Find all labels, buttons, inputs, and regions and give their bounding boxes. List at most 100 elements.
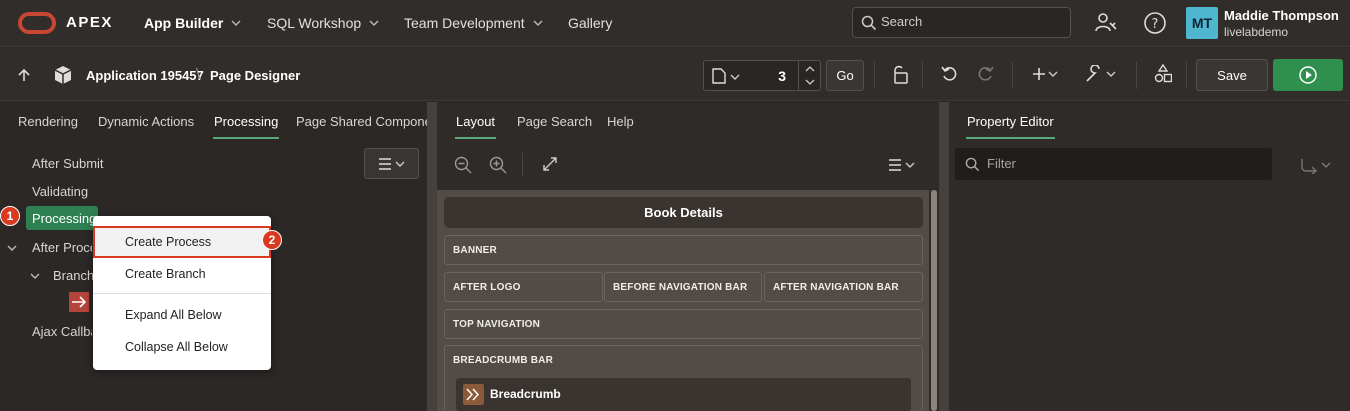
- tree-menu-button[interactable]: [364, 148, 419, 179]
- svg-text:?: ?: [1152, 17, 1159, 32]
- branch-icon[interactable]: [69, 292, 89, 312]
- tab-page-search[interactable]: Page Search: [517, 114, 592, 129]
- menu-item-create-branch[interactable]: Create Branch: [93, 267, 271, 281]
- play-icon: [1299, 66, 1317, 84]
- breadcrumb-region[interactable]: Breadcrumb: [456, 378, 911, 411]
- wrench-utilities-icon[interactable]: [1085, 65, 1117, 83]
- save-button[interactable]: Save: [1196, 59, 1268, 91]
- chevron-down-icon: [231, 20, 241, 26]
- chevron-down-icon: [369, 20, 379, 26]
- nav-gallery-label: Gallery: [568, 15, 613, 31]
- page-title-bar[interactable]: Book Details: [444, 197, 923, 228]
- right-pane-tabs: Property Editor: [949, 102, 1350, 140]
- workspace-name: livelabdemo: [1224, 25, 1289, 39]
- left-pane-tabs: Rendering Dynamic Actions Processing Pag…: [0, 102, 427, 140]
- tree-node-after-processing[interactable]: After Processing: [32, 240, 92, 255]
- zoom-out-icon[interactable]: [454, 156, 472, 174]
- filter-box[interactable]: [955, 148, 1272, 180]
- create-plus-icon[interactable]: [1032, 67, 1058, 81]
- layout-menu-icon[interactable]: [888, 159, 916, 171]
- redo-icon[interactable]: [976, 65, 994, 83]
- tab-help[interactable]: Help: [607, 114, 634, 129]
- region-before-navigation-bar[interactable]: BEFORE NAVIGATION BAR: [604, 272, 762, 302]
- page-icon: [712, 68, 726, 84]
- expand-icon[interactable]: [542, 156, 558, 172]
- region-after-navigation-bar[interactable]: AFTER NAVIGATION BAR: [764, 272, 923, 302]
- chevron-down-icon[interactable]: [30, 271, 40, 281]
- help-icon[interactable]: ?: [1143, 11, 1167, 35]
- layout-scrollbar[interactable]: [931, 190, 937, 411]
- layout-pane: Layout Page Search Help Book Details BAN…: [437, 102, 939, 411]
- zoom-in-icon[interactable]: [489, 156, 507, 174]
- menu-item-expand-all-below[interactable]: Expand All Below: [93, 308, 271, 322]
- undo-icon[interactable]: [941, 65, 959, 83]
- chevron-down-icon[interactable]: [7, 243, 17, 253]
- search-input[interactable]: [881, 14, 1061, 29]
- run-page-button[interactable]: [1273, 59, 1343, 91]
- breadcrumb-region-label: Breadcrumb: [490, 387, 561, 401]
- menu-item-collapse-all-below[interactable]: Collapse All Below: [93, 340, 271, 354]
- region-after-logo[interactable]: AFTER LOGO: [444, 272, 603, 302]
- toolbar-divider: [1136, 62, 1137, 89]
- toolbar-divider: [922, 62, 923, 89]
- page-number-stepper[interactable]: [798, 61, 820, 90]
- region-banner[interactable]: BANNER: [444, 235, 923, 265]
- apex-brand[interactable]: APEX: [66, 14, 113, 31]
- chevron-down-icon: [730, 74, 740, 80]
- chevrons-right-icon: [466, 388, 480, 401]
- left-splitter[interactable]: [427, 102, 437, 411]
- arrow-up-icon[interactable]: [17, 68, 31, 82]
- nav-team-development[interactable]: Team Development: [404, 15, 543, 31]
- region-top-navigation[interactable]: TOP NAVIGATION: [444, 309, 923, 339]
- tree-node-validating[interactable]: Validating: [32, 184, 88, 199]
- arrow-right-icon: [72, 296, 87, 308]
- filter-input[interactable]: [987, 156, 1257, 171]
- unlock-icon[interactable]: [891, 65, 909, 85]
- tree-node-after-submit[interactable]: After Submit: [32, 156, 104, 171]
- page-designer-toolbar: Application 195457 \ Page Designer 3 Go …: [0, 48, 1350, 101]
- go-to-group-icon[interactable]: [1300, 158, 1334, 174]
- breadcrumb-application[interactable]: Application 195457: [86, 68, 204, 83]
- scrollbar-thumb[interactable]: [931, 190, 937, 411]
- context-menu: Create Process Create Branch Expand All …: [93, 216, 271, 370]
- nav-app-builder-label: App Builder: [144, 15, 224, 31]
- breadcrumb-separator: \: [196, 66, 201, 83]
- nav-team-development-label: Team Development: [404, 15, 525, 31]
- tab-property-editor[interactable]: Property Editor: [966, 114, 1055, 139]
- menu-divider: [93, 293, 271, 294]
- chevron-down-icon[interactable]: [805, 78, 815, 86]
- search-box[interactable]: [852, 7, 1071, 38]
- top-navigation-bar: APEX App Builder SQL Workshop Team Devel…: [0, 0, 1350, 47]
- admin-user-icon[interactable]: [1094, 11, 1118, 35]
- tab-dynamic-actions[interactable]: Dynamic Actions: [98, 114, 194, 129]
- chevron-up-icon[interactable]: [805, 65, 815, 73]
- right-splitter[interactable]: [939, 102, 949, 411]
- tab-processing[interactable]: Processing: [212, 114, 280, 139]
- nav-sql-workshop-label: SQL Workshop: [267, 15, 362, 31]
- breadcrumb-page-designer: Page Designer: [210, 68, 301, 83]
- user-name[interactable]: Maddie Thompson: [1224, 8, 1339, 23]
- nav-app-builder[interactable]: App Builder: [144, 15, 241, 31]
- chevron-down-icon: [533, 20, 543, 26]
- tab-rendering[interactable]: Rendering: [18, 114, 78, 129]
- toolbar-divider: [874, 62, 875, 89]
- tab-layout[interactable]: Layout: [454, 114, 497, 139]
- breadcrumb-region-icon: [463, 384, 484, 405]
- go-button[interactable]: Go: [826, 60, 864, 91]
- tree-node-processing[interactable]: Processing: [26, 206, 98, 230]
- menu-item-create-process[interactable]: Create Process: [93, 235, 271, 249]
- application-cube-icon[interactable]: [53, 65, 73, 85]
- tree-node-ajax-callback[interactable]: Ajax Callback: [32, 324, 92, 339]
- tree-node-branches[interactable]: Branches: [53, 268, 93, 283]
- shared-components-icon[interactable]: [1154, 64, 1172, 84]
- toolbar-divider: [1186, 62, 1187, 89]
- avatar[interactable]: MT: [1186, 7, 1218, 39]
- page-number-selector[interactable]: 3: [703, 60, 821, 91]
- nav-gallery[interactable]: Gallery: [568, 15, 612, 31]
- property-editor-pane: Property Editor: [949, 102, 1350, 411]
- page-number-value[interactable]: 3: [778, 68, 786, 84]
- oracle-logo-icon[interactable]: [18, 12, 56, 34]
- divider: [522, 153, 523, 177]
- tab-page-shared-components[interactable]: Page Shared Components: [296, 114, 427, 129]
- nav-sql-workshop[interactable]: SQL Workshop: [267, 15, 379, 31]
